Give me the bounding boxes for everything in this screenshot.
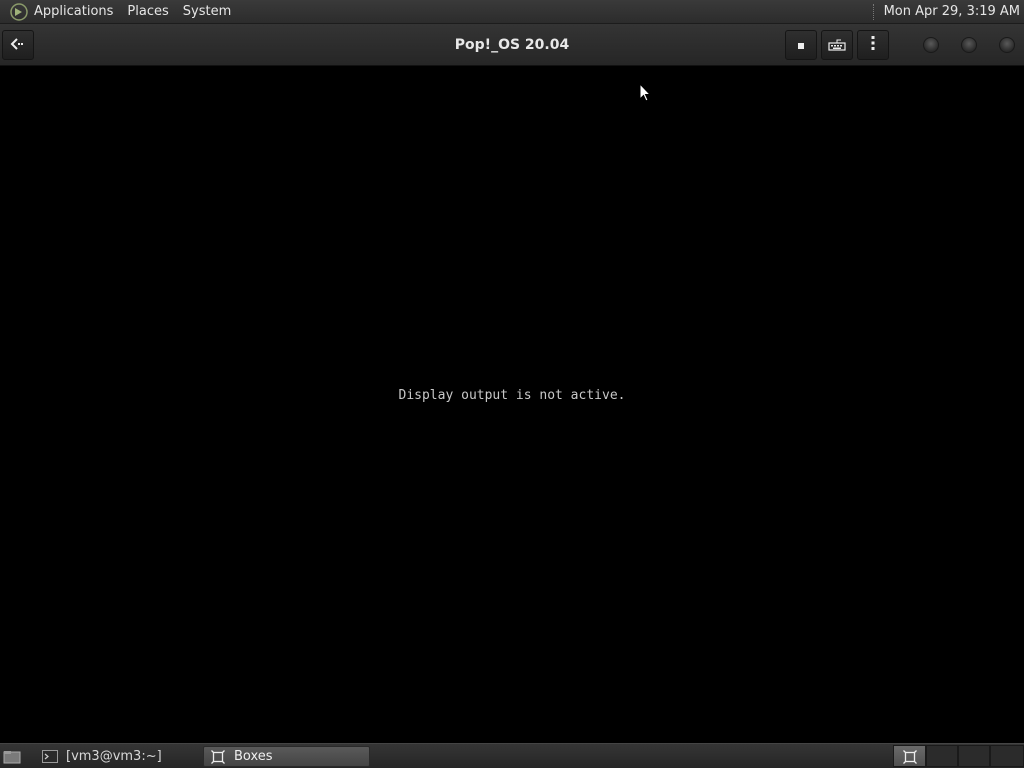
boxes-icon bbox=[903, 749, 917, 768]
vertical-dots-menu-icon bbox=[870, 35, 876, 55]
taskbar-item-terminal[interactable]: [vm3@vm3:~] bbox=[36, 746, 200, 767]
vm-display[interactable]: Display output is not active. bbox=[0, 66, 1024, 743]
menu-button[interactable] bbox=[857, 30, 889, 60]
stop-icon bbox=[796, 36, 806, 55]
close-button[interactable] bbox=[999, 37, 1015, 53]
display-status-message: Display output is not active. bbox=[398, 388, 626, 403]
mouse-pointer-icon bbox=[639, 82, 652, 107]
mate-logo-icon[interactable] bbox=[8, 1, 30, 23]
keyboard-icon bbox=[828, 36, 846, 55]
bottom-panel: [vm3@vm3:~] Boxes bbox=[0, 743, 1024, 768]
stop-button[interactable] bbox=[785, 30, 817, 60]
show-desktop-icon[interactable] bbox=[3, 749, 21, 764]
terminal-icon bbox=[42, 750, 58, 764]
workspace-4[interactable] bbox=[990, 745, 1024, 767]
places-menu[interactable]: Places bbox=[120, 0, 175, 24]
keyboard-button[interactable] bbox=[821, 30, 853, 60]
minimize-button[interactable] bbox=[923, 37, 939, 53]
workspace-3[interactable] bbox=[958, 745, 990, 767]
workspace-2[interactable] bbox=[926, 745, 958, 767]
applications-menu[interactable]: Applications bbox=[30, 0, 120, 24]
workspace-1[interactable] bbox=[893, 745, 926, 767]
taskbar-item-label: [vm3@vm3:~] bbox=[66, 749, 162, 764]
panel-handle bbox=[872, 3, 878, 20]
maximize-button[interactable] bbox=[961, 37, 977, 53]
system-menu[interactable]: System bbox=[176, 0, 238, 24]
back-arrow-icon bbox=[10, 36, 26, 55]
back-button[interactable] bbox=[2, 30, 34, 60]
boxes-icon bbox=[210, 749, 226, 764]
clock[interactable]: Mon Apr 29, 3:19 AM bbox=[884, 4, 1020, 19]
taskbar-item-boxes[interactable]: Boxes bbox=[203, 746, 370, 767]
taskbar-item-label: Boxes bbox=[234, 749, 273, 764]
top-panel: Applications Places System Mon Apr 29, 3… bbox=[0, 0, 1024, 24]
header-bar: Pop!_OS 20.04 bbox=[0, 24, 1024, 66]
